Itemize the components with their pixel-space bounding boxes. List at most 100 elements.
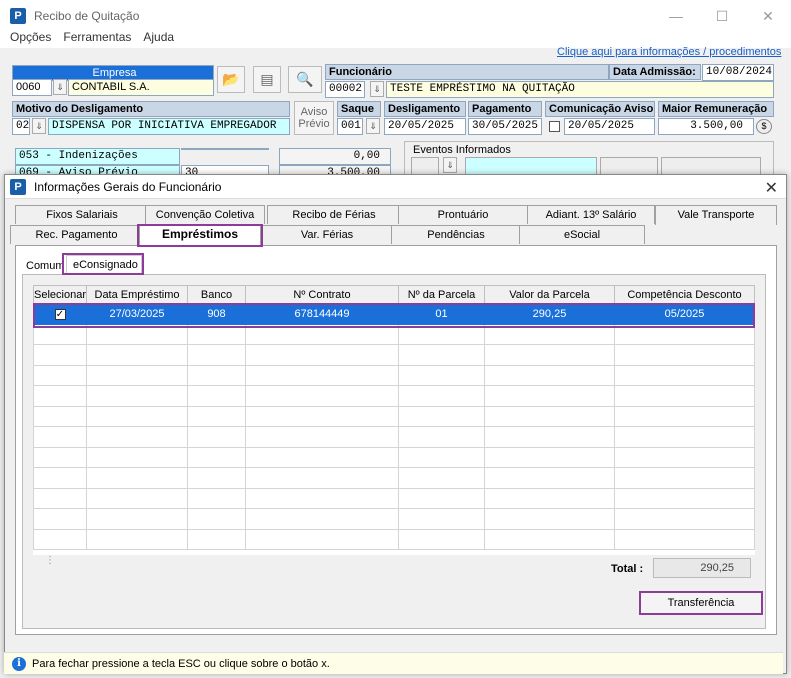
empty-row (33, 344, 755, 366)
motivo-field[interactable]: DISPENSA POR INICIATIVA EMPREGADOR (48, 118, 290, 135)
app-icon: P (10, 8, 26, 24)
eventos-lookup-icon[interactable]: ⇓ (443, 157, 457, 173)
empty-row (33, 364, 755, 386)
aviso-previo-line2: Prévio (298, 118, 330, 130)
report-icon[interactable]: ▤ (253, 66, 281, 93)
row-competencia: 05/2025 (614, 303, 755, 325)
motivo-label: Motivo do Desligamento (12, 101, 290, 117)
tab-vale-transporte[interactable]: Vale Transporte (655, 205, 777, 225)
close-icon[interactable]: ✕ (745, 0, 791, 32)
pagamento-field[interactable]: 30/05/2025 (468, 118, 542, 135)
maior-rem-field[interactable]: 3.500,00 (658, 118, 754, 135)
col-data-emprestimo: Data Empréstimo (86, 285, 188, 304)
eventos-label: Eventos Informados (411, 144, 513, 156)
col-valor: Valor da Parcela (484, 285, 615, 304)
transferencia-button[interactable]: Transferência (639, 591, 763, 615)
col-banco: Banco (187, 285, 246, 304)
funcionario-name-field[interactable]: TESTE EMPRÉSTIMO NA QUITAÇÃO (386, 81, 774, 98)
empty-row (33, 528, 755, 550)
verba-indenizacoes-value: 0,00 (279, 148, 391, 165)
eventos-group: Eventos Informados ⇓ (404, 141, 774, 175)
comunicacao-checkbox[interactable] (549, 121, 560, 132)
menu-ajuda[interactable]: Ajuda (143, 30, 174, 48)
menu-opcoes[interactable]: Opções (10, 30, 51, 48)
loans-table: Selecionar Data Empréstimo Banco Nº Cont… (33, 285, 755, 550)
empresa-lookup-icon[interactable]: ⇓ (53, 79, 67, 95)
status-bar: i Para fechar pressione a tecla ESC ou c… (4, 652, 783, 674)
grid-container: Selecionar Data Empréstimo Banco Nº Cont… (22, 274, 766, 629)
row-data: 27/03/2025 (86, 303, 188, 325)
motivo-lookup-icon[interactable]: ⇓ (32, 118, 46, 134)
minimize-icon[interactable]: — (653, 0, 699, 32)
empresa-name-field[interactable]: CONTABIL S.A. (68, 79, 214, 96)
search-icon[interactable]: 🔍 (288, 66, 322, 93)
row-contrato: 678144449 (245, 303, 399, 325)
comunicacao-label: Comunicação Aviso (545, 101, 655, 117)
saque-lookup-icon[interactable]: ⇓ (366, 118, 380, 134)
info-icon: i (12, 656, 26, 671)
tab-var-ferias[interactable]: Var. Férias (260, 225, 394, 244)
empty-row (33, 426, 755, 448)
col-contrato: Nº Contrato (245, 285, 399, 304)
col-competencia: Competência Desconto (614, 285, 755, 304)
total-label: Total : (611, 563, 644, 575)
tab-adiant-13[interactable]: Adiant. 13º Salário (527, 205, 655, 224)
eventos-value-field[interactable] (661, 157, 761, 175)
row-valor: 290,25 (484, 303, 615, 325)
row-parcela: 01 (398, 303, 485, 325)
emprestimos-panel: Comum eConsignado Selecionar Data Emprés… (15, 245, 777, 635)
open-folder-icon[interactable]: 📂 (217, 66, 245, 93)
tab-recibo-ferias[interactable]: Recibo de Férias (267, 205, 401, 224)
verba-indenizacoes-qty[interactable] (181, 148, 269, 150)
maximize-icon[interactable]: ☐ (699, 0, 745, 32)
aviso-previo-line1: Aviso (300, 106, 328, 118)
modal-titlebar: P Informações Gerais do Funcionário ✕ (5, 175, 786, 199)
admissao-field[interactable]: 10/08/2024 (702, 64, 774, 81)
tab-prontuario[interactable]: Prontuário (398, 205, 528, 224)
comunicacao-field[interactable]: 20/05/2025 (564, 118, 655, 135)
tab-pendencias[interactable]: Pendências (391, 225, 521, 244)
status-text: Para fechar pressione a tecla ESC ou cli… (32, 657, 330, 670)
empty-row (33, 508, 755, 530)
maior-rem-label: Maior Remuneração (658, 101, 774, 117)
tab-emprestimos[interactable]: Empréstimos (139, 224, 261, 245)
col-parcela: Nº da Parcela (398, 285, 485, 304)
modal-close-icon[interactable]: ✕ (765, 178, 778, 198)
empresa-code-field[interactable]: 0060 (12, 79, 52, 96)
info-link[interactable]: Clique aqui para informações / procedime… (557, 46, 781, 58)
row-banco: 908 (187, 303, 246, 325)
eventos-name-field[interactable] (465, 157, 597, 175)
saque-label: Saque (337, 101, 381, 117)
aviso-previo-button[interactable]: Aviso Prévio (294, 101, 334, 135)
calculator-icon[interactable]: $ (756, 119, 772, 134)
funcionario-code-field[interactable]: 00002 (325, 81, 365, 98)
grid-grip-icon: ⋮ (45, 555, 55, 566)
row-select-cell[interactable]: ✓ (33, 303, 87, 325)
modal-title: Informações Gerais do Funcionário (34, 179, 222, 194)
empty-row (33, 405, 755, 427)
col-selecionar: Selecionar (33, 285, 87, 304)
table-row[interactable]: ✓ 27/03/2025 908 678144449 01 290,25 05/… (33, 303, 755, 325)
saque-field[interactable]: 001 (337, 118, 363, 135)
eventos-qty-field[interactable] (600, 157, 658, 175)
modal-app-icon: P (10, 178, 26, 195)
subtab-econsignado[interactable]: eConsignado (66, 255, 142, 275)
empty-row (33, 446, 755, 468)
eventos-code-field[interactable] (411, 157, 439, 175)
motivo-code-field[interactable]: 02 (12, 118, 30, 135)
empty-row (33, 467, 755, 489)
tab-convencao-coletiva[interactable]: Convenção Coletiva (145, 205, 265, 224)
info-modal: P Informações Gerais do Funcionário ✕ Fi… (4, 174, 787, 674)
tab-fixos-salariais[interactable]: Fixos Salariais (15, 205, 149, 224)
menu-ferramentas[interactable]: Ferramentas (63, 30, 131, 48)
funcionario-lookup-icon[interactable]: ⇓ (370, 81, 384, 97)
subtab-comum[interactable]: Comum (26, 260, 65, 272)
empty-row (33, 487, 755, 509)
tab-esocial[interactable]: eSocial (519, 225, 645, 244)
desligamento-field[interactable]: 20/05/2025 (384, 118, 466, 135)
pagamento-label: Pagamento (468, 101, 542, 117)
row-checkbox[interactable]: ✓ (54, 308, 66, 320)
recibo-titlebar: P Recibo de Quitação — ☐ ✕ (0, 0, 791, 32)
tab-rec-pagamento[interactable]: Rec. Pagamento (10, 225, 143, 244)
window-title: Recibo de Quitação (34, 9, 140, 23)
